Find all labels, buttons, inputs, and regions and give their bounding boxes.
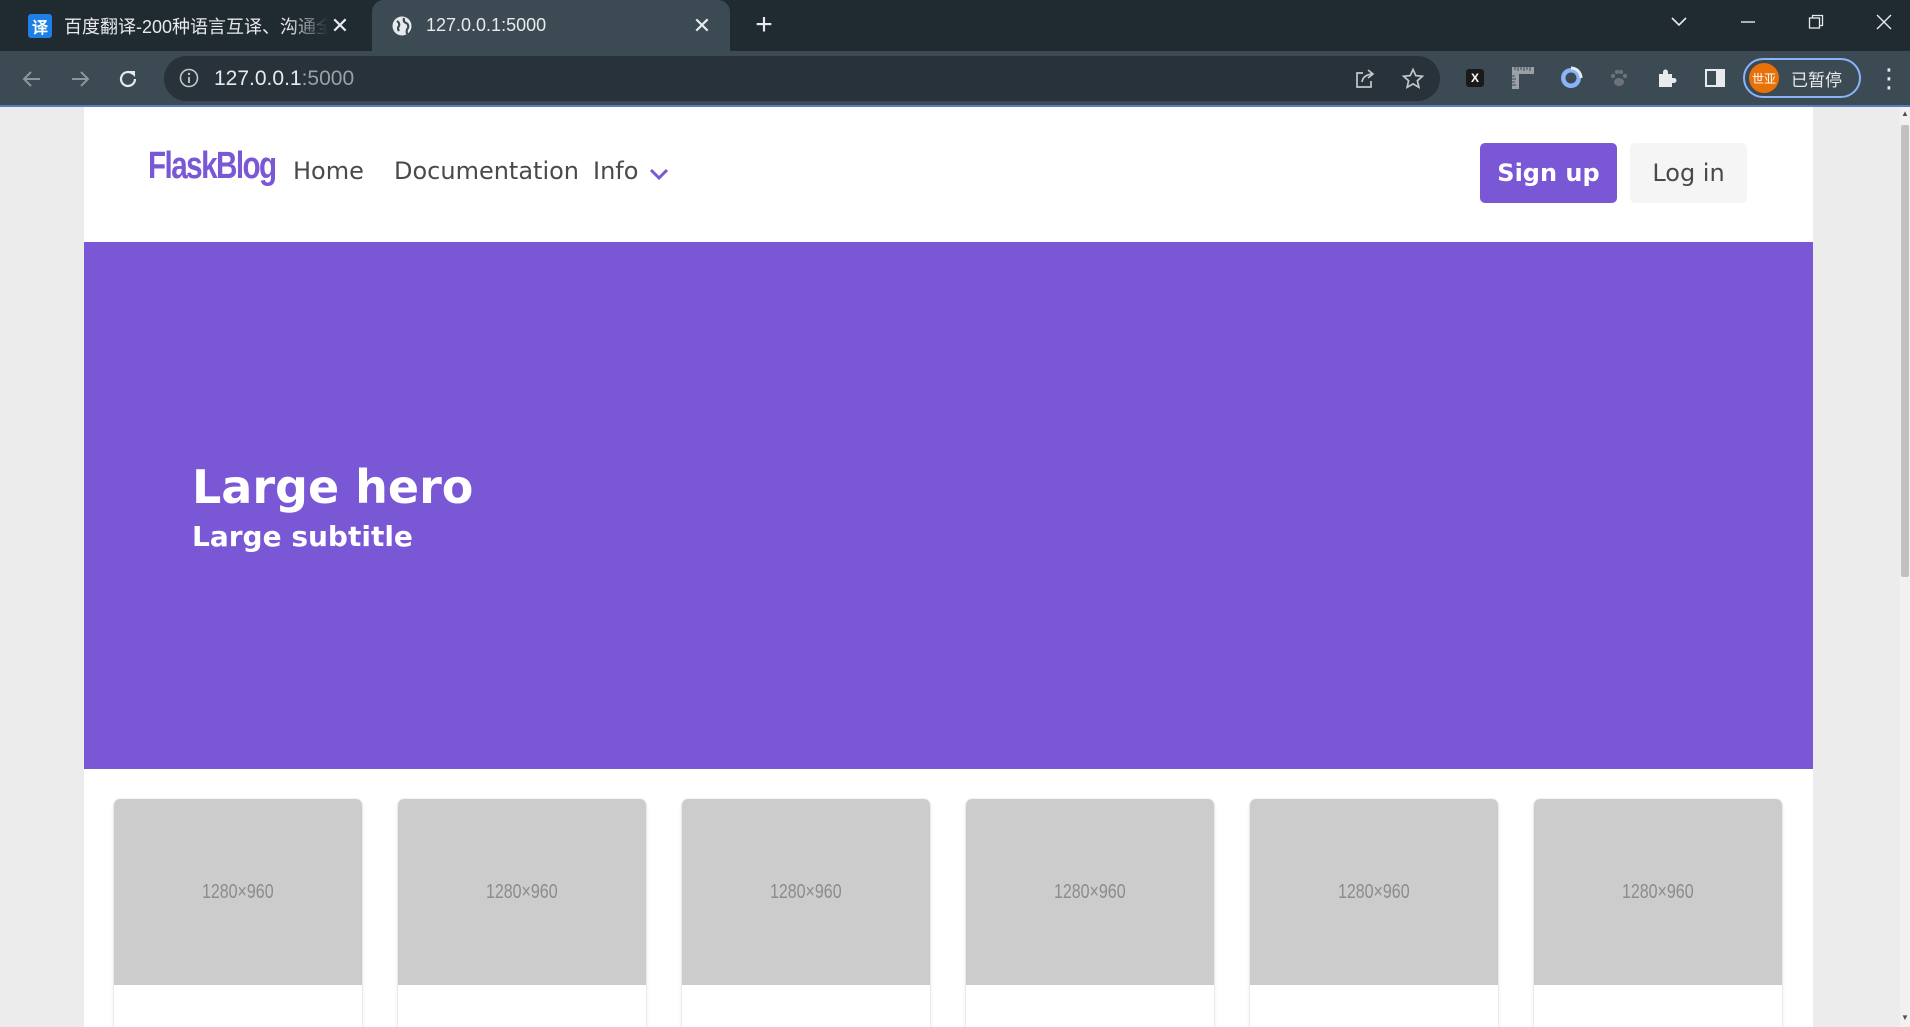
post-card[interactable]: 1280×960 (682, 799, 930, 1027)
back-button[interactable] (14, 61, 50, 97)
chevron-down-icon[interactable] (648, 163, 670, 185)
tab-search-chevron-icon[interactable] (1659, 6, 1699, 38)
post-card[interactable]: 1280×960 (1250, 799, 1498, 1027)
login-button[interactable]: Log in (1630, 143, 1747, 203)
scroll-down-arrow-icon[interactable]: ▼ (1900, 1013, 1910, 1023)
card-image-placeholder: 1280×960 (1250, 799, 1498, 985)
brand-logo[interactable]: FlaskBlog (148, 145, 277, 188)
baidu-translate-favicon-icon: 译 (28, 13, 52, 38)
page-viewport: FlaskBlog Home Documentation Info Sign u… (0, 107, 1900, 1027)
nav-info-dropdown[interactable]: Info (593, 157, 638, 185)
extension-ruler-icon[interactable] (1509, 64, 1537, 92)
scrollbar-thumb[interactable] (1901, 125, 1909, 577)
card-image-placeholder: 1280×960 (114, 799, 362, 985)
globe-icon (390, 14, 414, 38)
page-scrollbar[interactable]: ▲ ▼ (1900, 107, 1910, 1027)
profile-status-text: 已暂停 (1791, 70, 1842, 90)
post-card[interactable]: 1280×960 (966, 799, 1214, 1027)
browser-tab-strip: 译 百度翻译-200种语言互译、沟通全 ✕ 127.0.0.1:5000 ✕ + (0, 0, 1910, 51)
profile-avatar: 世亚 (1749, 63, 1779, 93)
post-card[interactable]: 1280×960 (114, 799, 362, 1027)
hero-subtitle: Large subtitle (192, 520, 413, 553)
signup-button[interactable]: Sign up (1480, 143, 1617, 203)
card-image-placeholder: 1280×960 (1534, 799, 1782, 985)
card-image-placeholder: 1280×960 (398, 799, 646, 985)
forward-button[interactable] (62, 61, 98, 97)
close-tab-icon[interactable]: ✕ (328, 13, 352, 38)
profile-button[interactable]: 世亚 已暂停 (1743, 58, 1861, 98)
tab-baidu-translate[interactable]: 译 百度翻译-200种语言互译、沟通全 ✕ (10, 0, 368, 51)
restore-button[interactable] (1796, 6, 1836, 38)
post-card[interactable]: 1280×960 (1534, 799, 1782, 1027)
url-text: 127.0.0.1:5000 (214, 56, 354, 101)
card-image-placeholder: 1280×960 (966, 799, 1214, 985)
browser-toolbar: 127.0.0.1:5000 X 世亚 已暂停 ⋮ (0, 51, 1910, 106)
bookmark-star-icon[interactable] (1400, 66, 1426, 92)
extension-ring-icon[interactable] (1557, 64, 1585, 92)
new-tab-button[interactable]: + (748, 9, 780, 41)
hero-title: Large hero (192, 460, 474, 514)
card-image-placeholder: 1280×960 (682, 799, 930, 985)
address-bar[interactable]: 127.0.0.1:5000 (164, 56, 1440, 101)
post-card[interactable]: 1280×960 (398, 799, 646, 1027)
close-tab-icon[interactable]: ✕ (690, 13, 714, 38)
minimize-button[interactable] (1728, 6, 1768, 38)
hero-section: Large hero Large subtitle (84, 242, 1813, 769)
share-icon[interactable] (1352, 66, 1378, 92)
nav-home-link[interactable]: Home (293, 157, 364, 185)
site-navbar: FlaskBlog Home Documentation Info Sign u… (84, 107, 1813, 242)
extension-paw-icon[interactable] (1605, 64, 1633, 92)
page-container: FlaskBlog Home Documentation Info Sign u… (84, 107, 1813, 1027)
browser-menu-icon[interactable]: ⋮ (1876, 64, 1902, 94)
nav-documentation-link[interactable]: Documentation (394, 157, 579, 185)
extensions-puzzle-icon[interactable] (1653, 64, 1681, 92)
close-window-button[interactable] (1864, 6, 1904, 38)
tab-localhost[interactable]: 127.0.0.1:5000 ✕ (372, 0, 730, 51)
tab-title: 百度翻译-200种语言互译、沟通全 (64, 16, 328, 37)
side-panel-icon[interactable] (1701, 64, 1729, 92)
extension-x-icon[interactable]: X (1461, 64, 1489, 92)
url-port: :5000 (301, 67, 355, 90)
site-info-icon[interactable] (178, 67, 200, 89)
scroll-up-arrow-icon[interactable]: ▲ (1900, 109, 1910, 119)
url-host: 127.0.0.1 (214, 67, 302, 90)
tab-title: 127.0.0.1:5000 (426, 15, 547, 35)
reload-button[interactable] (110, 61, 146, 97)
